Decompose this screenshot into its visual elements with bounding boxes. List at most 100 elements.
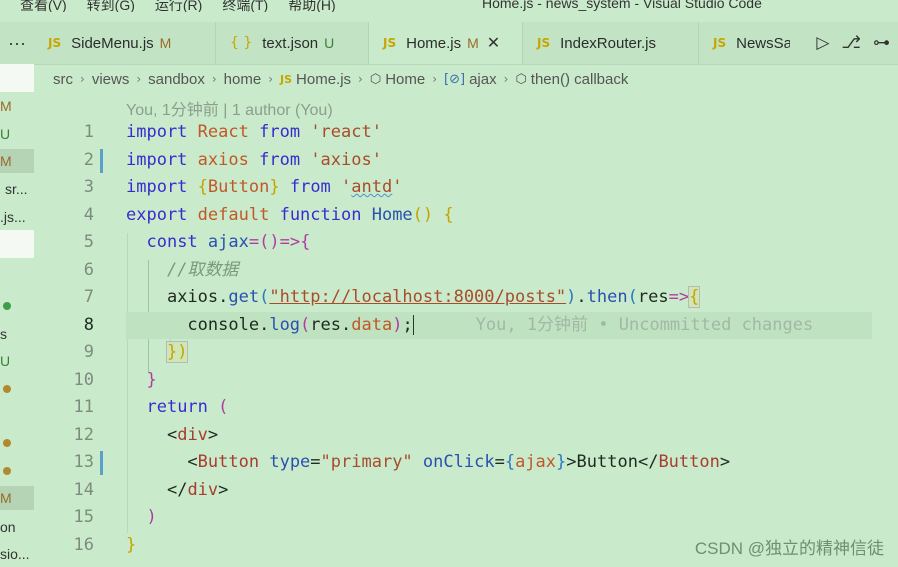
- code-line-15: ): [126, 504, 872, 532]
- code-line-3: import {Button} from 'antd': [126, 174, 872, 202]
- line-number-gutter: 1 2 3 4 5 6 7 8 9 10 11 12 13 14 15 16: [34, 119, 94, 559]
- chevron-right-icon: ›: [211, 72, 217, 86]
- menu-items: 查看(V) 转到(G) 运行(R) 终端(T) 帮助(H): [20, 0, 356, 12]
- method: get: [228, 287, 260, 307]
- explorer-status-modified[interactable]: M: [0, 486, 34, 510]
- menu-run[interactable]: 运行(R): [155, 0, 202, 12]
- tab-label: SideMenu.js: [71, 34, 154, 52]
- menu-bar: 查看(V) 转到(G) 运行(R) 终端(T) 帮助(H) Home.js - news…: [0, 0, 898, 12]
- tab-sidemenu[interactable]: JS SideMenu.js M: [34, 22, 216, 64]
- git-change-marker[interactable]: [100, 451, 103, 475]
- explorer-row[interactable]: [0, 64, 34, 92]
- explorer-status-untracked[interactable]: U: [0, 122, 34, 146]
- breadcrumb-symbol-home[interactable]: Home: [385, 71, 425, 88]
- explorer-row[interactable]: [0, 230, 34, 258]
- tab-text-json[interactable]: { } text.json U: [216, 22, 369, 64]
- more-actions-icon[interactable]: ···: [0, 22, 34, 64]
- code-line-8: console.log(res.data); You, 1分钟前 • Uncom…: [126, 311, 872, 339]
- tab-label: Home.js: [406, 34, 462, 52]
- breadcrumb-views[interactable]: views: [92, 71, 130, 88]
- bracket: ): [566, 287, 577, 307]
- string-literal[interactable]: "http://localhost:8000/posts": [269, 287, 566, 307]
- run-icon[interactable]: ▷: [816, 33, 829, 53]
- keyword: from: [289, 177, 331, 197]
- dot: .: [576, 287, 587, 307]
- explorer-status-modified[interactable]: M: [0, 149, 34, 173]
- menu-terminal[interactable]: 终端(T): [222, 0, 268, 12]
- keyword: default: [197, 204, 270, 225]
- explorer-fragment[interactable]: sio...: [0, 542, 34, 566]
- tab-indexrouter[interactable]: JS IndexRouter.js: [523, 22, 699, 64]
- identifier: ajax: [515, 452, 557, 472]
- breadcrumb: src › views › sandbox › home › JS Home.j…: [34, 66, 628, 92]
- method: then: [586, 287, 628, 307]
- git-change-marker[interactable]: [100, 149, 103, 173]
- jsx-tag: Button: [658, 452, 720, 472]
- quote: ': [392, 177, 403, 197]
- explorer-sidebar: M U M sr... .js... s U M on sio...: [0, 64, 34, 567]
- window-title: Home.js - news_system - Visual Studio Co…: [482, 0, 762, 11]
- bracket: {: [197, 177, 208, 197]
- git-commit-icon[interactable]: ⊶: [873, 33, 890, 53]
- explorer-fragment[interactable]: on: [0, 515, 34, 539]
- keyword: from: [259, 149, 301, 170]
- code-line-1: import React from 'react': [126, 119, 872, 147]
- js-file-icon: JS: [383, 36, 397, 50]
- tab-status-modified: M: [467, 35, 479, 51]
- keyword: function: [279, 204, 362, 225]
- code-line-10: }: [126, 367, 872, 395]
- explorer-fragment[interactable]: s: [0, 322, 34, 346]
- tag-bracket: >: [218, 479, 229, 500]
- keyword: from: [259, 122, 301, 142]
- keyword: import: [126, 122, 188, 142]
- bracket: {: [443, 204, 454, 225]
- breadcrumb-symbol-callback[interactable]: then() callback: [531, 71, 629, 88]
- editor-tab-bar: JS SideMenu.js M { } text.json U JS Home…: [0, 22, 898, 65]
- breadcrumb-src[interactable]: src: [53, 71, 73, 88]
- text-cursor: [412, 314, 415, 335]
- menu-goto[interactable]: 转到(G): [87, 0, 135, 12]
- chevron-right-icon: ›: [80, 72, 85, 86]
- bracket: (): [412, 204, 434, 225]
- line-number-current: 8: [83, 314, 94, 335]
- identifier: res: [637, 287, 669, 307]
- code-line-14: </div>: [126, 477, 872, 505]
- code-editor[interactable]: import React from 'react' import axios f…: [126, 119, 872, 559]
- breadcrumb-sandbox[interactable]: sandbox: [148, 71, 205, 88]
- breadcrumb-file[interactable]: Home.js: [296, 71, 351, 88]
- tag-bracket: >: [719, 452, 731, 472]
- dot: .: [259, 314, 270, 335]
- line-number: 13: [73, 452, 94, 472]
- keyword: return: [146, 397, 208, 417]
- bracket: (: [300, 314, 311, 335]
- js-file-icon: JS: [537, 36, 551, 50]
- status-dot-icon: [3, 385, 11, 393]
- breadcrumb-home[interactable]: home: [224, 71, 262, 88]
- bracket: ): [392, 314, 403, 335]
- line-number: 6: [83, 259, 94, 280]
- bracket: }): [165, 341, 189, 363]
- line-number: 12: [73, 424, 94, 445]
- tab-newssandbox[interactable]: JS NewsSa: [699, 22, 798, 64]
- tab-status-modified: M: [159, 35, 172, 51]
- bracket: {: [504, 452, 516, 472]
- status-dot-icon: [3, 302, 11, 310]
- tag-bracket: <: [187, 452, 198, 472]
- close-icon[interactable]: ✕: [487, 33, 500, 53]
- method: log: [269, 314, 301, 335]
- explorer-status-modified[interactable]: M: [0, 94, 34, 118]
- breadcrumb-symbol-ajax[interactable]: ajax: [469, 71, 497, 88]
- explorer-fragment[interactable]: .js...: [0, 205, 34, 229]
- menu-help[interactable]: 帮助(H): [288, 0, 335, 12]
- code-line-12: <div>: [126, 422, 872, 450]
- line-number: 11: [73, 397, 94, 417]
- identifier: Button: [207, 177, 270, 197]
- string-literal: 'react': [310, 122, 382, 142]
- keyword: import: [126, 149, 188, 170]
- source-control-compare-icon[interactable]: ⎇: [841, 33, 861, 53]
- tab-home-js[interactable]: JS Home.js M ✕: [369, 22, 523, 64]
- git-blame-header[interactable]: You, 1分钟前 | 1 author (You): [126, 96, 333, 120]
- jsx-tag: Button: [197, 452, 260, 472]
- explorer-status-untracked[interactable]: U: [0, 349, 34, 373]
- menu-view[interactable]: 查看(V): [20, 0, 67, 12]
